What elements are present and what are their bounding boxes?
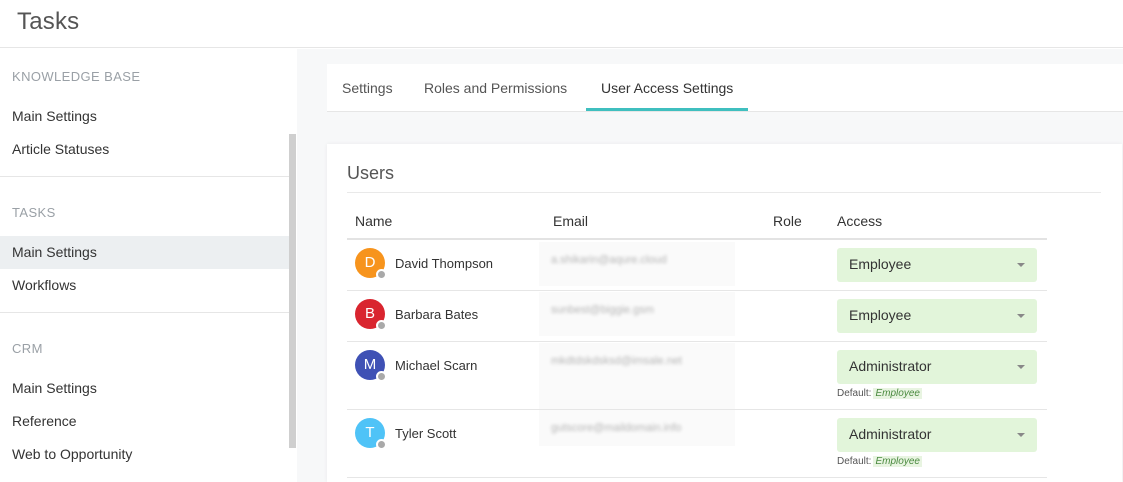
sidebar-section-crm: CRM xyxy=(12,341,43,356)
sidebar-item-web-to-opportunity[interactable]: Web to Opportunity xyxy=(0,438,289,471)
user-email: mkdtdskdsksd@imsale.net xyxy=(539,343,735,409)
status-dot-icon xyxy=(376,371,387,382)
sidebar: KNOWLEDGE BASE Main Settings Article Sta… xyxy=(0,49,296,482)
default-access-tag: Employee xyxy=(873,388,922,399)
caret-down-icon xyxy=(1017,314,1025,318)
user-email: a.shikarin@aqure.cloud xyxy=(539,242,735,286)
access-select[interactable]: Administrator xyxy=(837,350,1037,384)
column-header-email: Email xyxy=(553,213,589,229)
access-select-value: Administrator xyxy=(849,358,932,374)
avatar-initial: D xyxy=(364,254,376,271)
app-root: Tasks KNOWLEDGE BASE Main Settings Artic… xyxy=(0,0,1123,482)
row-divider xyxy=(347,341,1047,342)
sidebar-divider xyxy=(0,312,289,313)
sidebar-item-article-statuses[interactable]: Article Statuses xyxy=(0,133,289,166)
sidebar-section-tasks: TASKS xyxy=(12,205,56,220)
access-select[interactable]: Administrator xyxy=(837,418,1037,452)
card-divider xyxy=(347,192,1101,193)
avatar: D xyxy=(355,248,387,280)
tab-roles-and-permissions[interactable]: Roles and Permissions xyxy=(409,64,582,111)
caret-down-icon xyxy=(1017,263,1025,267)
sidebar-scrollbar[interactable] xyxy=(289,134,296,448)
avatar: M xyxy=(355,350,387,382)
sidebar-item-kb-main-settings[interactable]: Main Settings xyxy=(0,100,289,133)
avatar-initial: B xyxy=(364,305,375,322)
avatar: B xyxy=(355,299,387,331)
row-divider xyxy=(347,477,1047,478)
access-select[interactable]: Employee xyxy=(837,299,1037,333)
sidebar-item-crm-main-settings[interactable]: Main Settings xyxy=(0,372,289,405)
avatar-initial: T xyxy=(365,424,375,441)
status-dot-icon xyxy=(376,439,387,450)
access-select[interactable]: Employee xyxy=(837,248,1037,282)
user-name: David Thompson xyxy=(395,256,494,271)
access-select-value: Administrator xyxy=(849,426,932,442)
table-header-divider xyxy=(347,238,1047,240)
sidebar-item-tasks-main-settings[interactable]: Main Settings xyxy=(0,236,289,269)
caret-down-icon xyxy=(1017,365,1025,369)
users-card-title: Users xyxy=(347,163,395,183)
column-header-role: Role xyxy=(773,213,802,229)
avatar-initial: M xyxy=(363,356,377,373)
default-access-note: Default: Employee xyxy=(837,388,922,399)
status-dot-icon xyxy=(376,269,387,280)
top-bar: Tasks xyxy=(0,0,1123,48)
column-header-name: Name xyxy=(355,213,393,229)
avatar: T xyxy=(355,418,387,450)
row-divider xyxy=(347,290,1047,291)
user-email: sunbest@biggie.gsm xyxy=(539,292,735,336)
caret-down-icon xyxy=(1017,433,1025,437)
default-access-note: Default: Employee xyxy=(837,456,922,467)
sidebar-item-reference[interactable]: Reference xyxy=(0,405,289,438)
column-header-access: Access xyxy=(837,213,883,229)
tab-user-access-settings[interactable]: User Access Settings xyxy=(586,64,749,111)
tab-bar: Settings Roles and Permissions User Acce… xyxy=(327,64,1123,112)
sidebar-item-workflows[interactable]: Workflows xyxy=(0,269,289,302)
user-name: Michael Scarn xyxy=(395,358,478,373)
user-email: gutscore@maildomain.info xyxy=(539,410,735,446)
default-access-tag: Employee xyxy=(873,456,922,467)
sidebar-divider xyxy=(0,176,289,177)
user-name: Tyler Scott xyxy=(395,426,457,441)
tab-settings[interactable]: Settings xyxy=(327,64,408,111)
users-card: Users Name Email Role Access D David Tho… xyxy=(327,144,1122,482)
access-select-value: Employee xyxy=(849,256,912,272)
sidebar-section-knowledge-base: KNOWLEDGE BASE xyxy=(12,69,141,84)
access-select-value: Employee xyxy=(849,307,912,323)
page-title: Tasks xyxy=(17,8,80,35)
status-dot-icon xyxy=(376,320,387,331)
user-name: Barbara Bates xyxy=(395,307,479,322)
